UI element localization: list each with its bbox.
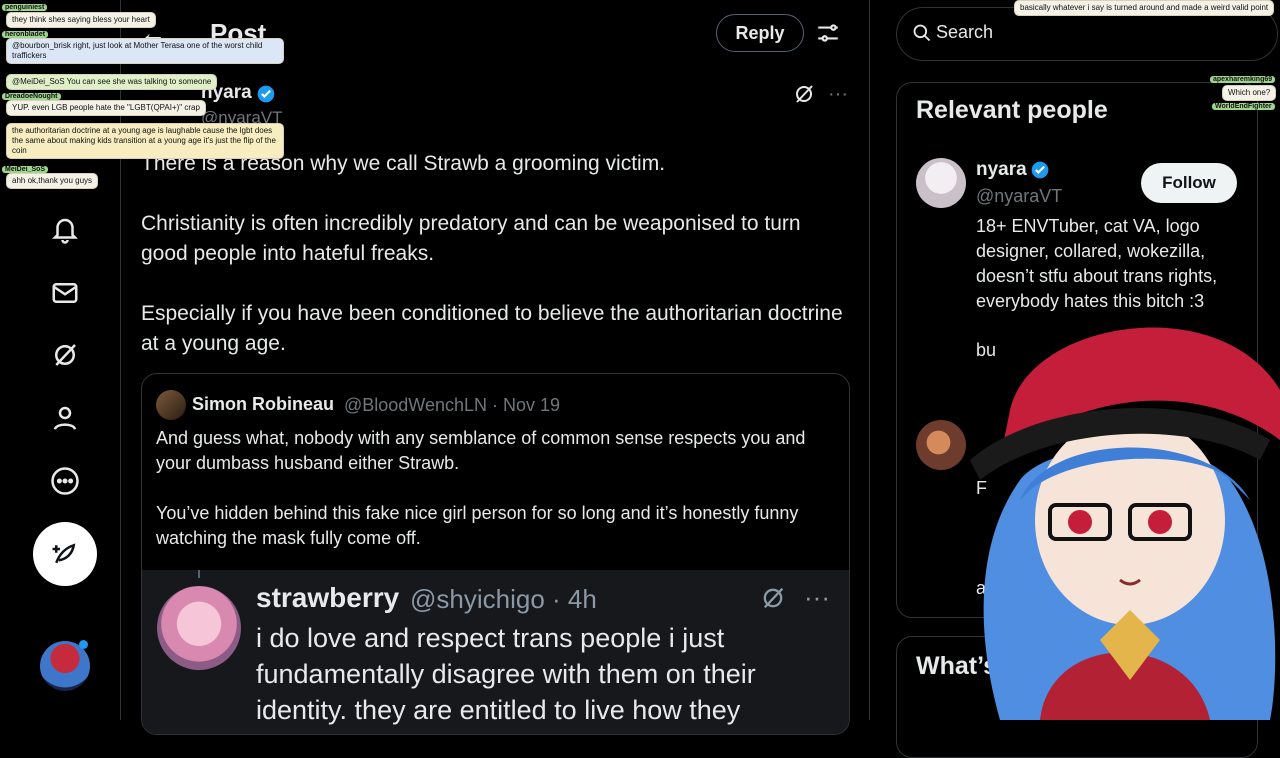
quote-author-avatar	[156, 390, 186, 420]
chat-message: ahh ok,thank you guys	[6, 173, 99, 189]
relevant-people-title: Relevant people	[916, 96, 1108, 124]
post-paragraph: Especially if you have been conditioned …	[141, 302, 843, 355]
chat-message: basically whatever i say is turned aroun…	[1014, 0, 1275, 16]
inner-meta: @shyichigo · 4h	[410, 584, 597, 614]
inner-quoted-post[interactable]: strawberry @shyichigo · 4h ··· i do love…	[142, 570, 849, 734]
person-avatar[interactable]	[916, 158, 966, 208]
person-avatar[interactable]	[916, 420, 966, 470]
verified-badge-icon	[257, 85, 275, 103]
chat-username: WorldEndFighter	[1212, 103, 1275, 110]
chat-username: apexharemking69	[1210, 76, 1276, 83]
chat-username: MeiDei_SoS	[2, 166, 49, 173]
follow-button[interactable]: Follow	[1141, 163, 1237, 203]
mail-icon	[52, 283, 78, 303]
search-input[interactable]: Search	[936, 22, 993, 43]
thread-line	[198, 570, 200, 578]
bell-icon	[51, 218, 79, 244]
more-nav[interactable]	[40, 456, 90, 506]
quote-meta: @BloodWenchLN · Nov 19	[344, 395, 561, 415]
chat-username: heronbladet	[2, 31, 49, 38]
quote-paragraph: And guess what, nobody with any semblanc…	[156, 428, 806, 473]
inner-author-avatar	[157, 586, 241, 670]
sliders-icon[interactable]	[815, 20, 841, 46]
chat-username: DreadoeNought	[2, 93, 61, 100]
inner-post-text: i do love and respect trans people i jus…	[256, 623, 756, 725]
grok-icon[interactable]	[759, 584, 787, 612]
quote-author-name: Simon Robineau	[192, 394, 335, 414]
quoted-post[interactable]: Simon Robineau @BloodWenchLN · Nov 19 An…	[141, 373, 850, 735]
messages-nav[interactable]	[40, 268, 90, 318]
compose-post-button[interactable]	[33, 522, 97, 586]
chat-message: they think shes saying bless your heart	[6, 12, 156, 28]
notification-dot	[79, 640, 88, 649]
person-name[interactable]: nyara	[976, 159, 1027, 181]
more-options-icon[interactable]: ···	[804, 582, 830, 613]
search-icon	[913, 24, 931, 42]
verified-badge-icon	[1031, 161, 1049, 179]
chat-message: YUP. even LGB people hate the "LGBT(QPAI…	[6, 100, 206, 116]
inner-author-name: strawberry	[256, 582, 400, 613]
post-paragraph: Christianity is often incredibly predato…	[141, 212, 801, 265]
person-icon	[53, 406, 77, 430]
grok-icon[interactable]	[792, 82, 816, 106]
notifications-nav[interactable]	[40, 205, 90, 255]
grok-icon	[55, 344, 76, 366]
more-circle-icon	[51, 467, 79, 495]
feather-plus-icon	[52, 543, 76, 564]
chat-message: the authoritarian doctrine at a young ag…	[6, 123, 284, 159]
vtuber-avatar-overlay	[970, 327, 1280, 720]
reply-button[interactable]: Reply	[716, 14, 804, 52]
quote-paragraph: You’ve hidden behind this fake nice girl…	[156, 503, 799, 548]
profile-nav[interactable]	[40, 393, 90, 443]
person-handle[interactable]: @nyaraVT	[976, 186, 1062, 207]
grok-nav[interactable]	[40, 330, 90, 380]
chat-username: penguiniest	[2, 4, 48, 11]
chat-message: Which one?	[1222, 85, 1277, 101]
chat-message: @MeiDei_SoS You can see she was talking …	[6, 74, 218, 90]
more-options-icon[interactable]: ···	[826, 82, 850, 106]
chat-message: @bourbon_brisk right, just look at Mothe…	[6, 38, 284, 64]
